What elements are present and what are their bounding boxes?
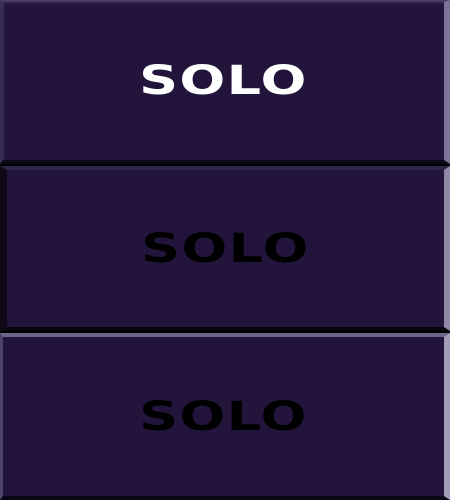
solo-button-3-label: SOLO <box>139 393 308 440</box>
solo-button-stack: SOLO SOLO SOLO <box>0 0 450 500</box>
solo-button-1-label: SOLO <box>139 58 308 104</box>
solo-button-1[interactable]: SOLO <box>0 0 450 164</box>
solo-button-3[interactable]: SOLO <box>0 333 450 500</box>
solo-button-2[interactable]: SOLO <box>0 166 450 331</box>
solo-button-2-label: SOLO <box>141 225 310 272</box>
